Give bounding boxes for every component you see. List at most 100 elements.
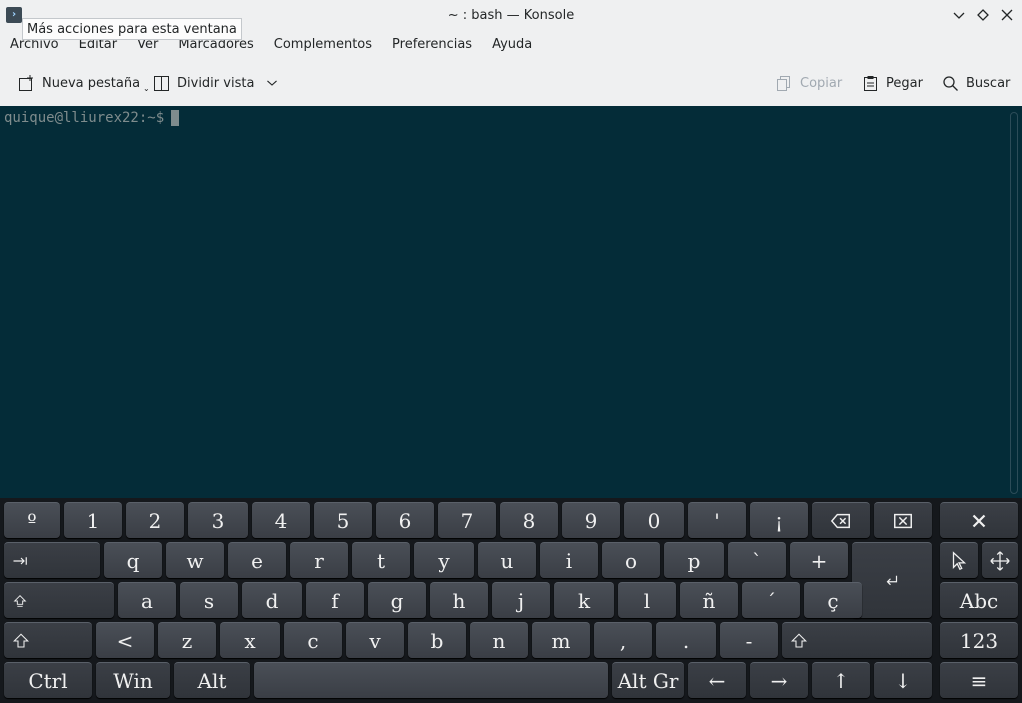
key-w[interactable]: w [166, 542, 224, 578]
delete-icon [894, 513, 912, 528]
maximize-icon[interactable] [974, 6, 992, 24]
key-b[interactable]: b [408, 622, 466, 658]
arrow-right-key[interactable]: → [750, 662, 808, 698]
split-view-label: Dividir vista [177, 75, 255, 91]
key-plus[interactable]: + [790, 542, 848, 578]
menu-ayuda[interactable]: Ayuda [482, 30, 542, 60]
key-1[interactable]: 1 [64, 502, 122, 538]
copy-button[interactable]: Copiar [776, 66, 842, 100]
key-e[interactable]: e [228, 542, 286, 578]
key-less-than[interactable]: < [96, 622, 154, 658]
key-j[interactable]: j [492, 582, 550, 618]
key-u[interactable]: u [478, 542, 536, 578]
key-masculine-ordinal[interactable]: º [4, 502, 60, 538]
win-key[interactable]: Win [96, 662, 170, 698]
key-h[interactable]: h [430, 582, 488, 618]
enter-icon [886, 575, 898, 585]
terminal-prompt-line: quique@lliurex22:~$ [4, 108, 180, 128]
on-screen-keyboard: º 1 2 3 4 5 6 7 8 9 0 ' ¡ q w e r t y u … [0, 498, 1022, 703]
caps-lock-icon [13, 594, 27, 607]
search-button[interactable]: Buscar [942, 66, 1010, 100]
terminal-scrollbar[interactable] [1010, 112, 1018, 494]
menu-preferencias[interactable]: Preferencias [382, 30, 482, 60]
key-grave[interactable]: ` [728, 542, 786, 578]
chevron-down-icon [267, 80, 278, 86]
terminal-view[interactable]: quique@lliurex22:~$ [0, 106, 1022, 498]
enter-key[interactable] [852, 542, 932, 618]
arrow-up-key[interactable]: ↑ [812, 662, 870, 698]
shift-icon [790, 633, 808, 648]
key-y[interactable]: y [414, 542, 474, 578]
search-label: Buscar [966, 75, 1011, 91]
key-d[interactable]: d [242, 582, 302, 618]
right-shift-key[interactable] [782, 622, 932, 658]
ctrl-key[interactable]: Ctrl [4, 662, 92, 698]
key-l[interactable]: l [618, 582, 676, 618]
key-6[interactable]: 6 [376, 502, 434, 538]
abc-key[interactable]: Abc [940, 582, 1018, 618]
key-4[interactable]: 4 [252, 502, 310, 538]
key-acute[interactable]: ´ [742, 582, 800, 618]
close-icon[interactable] [998, 6, 1016, 24]
split-view-button[interactable]: Dividir vista [153, 66, 279, 100]
key-f[interactable]: f [306, 582, 364, 618]
menu-complementos[interactable]: Complementos [264, 30, 382, 60]
key-g[interactable]: g [368, 582, 426, 618]
numbers-key[interactable]: 123 [940, 622, 1018, 658]
key-period[interactable]: . [656, 622, 716, 658]
pointer-mode-key[interactable] [940, 542, 978, 578]
hide-keyboard-key[interactable] [940, 502, 1018, 538]
arrow-left-key[interactable]: ← [688, 662, 746, 698]
key-inverted-exclamation[interactable]: ¡ [750, 502, 808, 538]
key-0[interactable]: 0 [624, 502, 684, 538]
backspace-key[interactable] [812, 502, 870, 538]
key-c[interactable]: c [284, 622, 342, 658]
key-minus[interactable]: - [720, 622, 778, 658]
key-3[interactable]: 3 [188, 502, 248, 538]
paste-button[interactable]: Pegar [862, 66, 923, 100]
key-c-cedilla[interactable]: ç [804, 582, 862, 618]
key-m[interactable]: m [532, 622, 590, 658]
key-n[interactable]: n [470, 622, 528, 658]
delete-key[interactable] [874, 502, 932, 538]
new-tab-dropdown-icon: ⌄ [143, 83, 150, 93]
caps-lock-key[interactable] [4, 582, 114, 618]
key-z[interactable]: z [158, 622, 216, 658]
key-q[interactable]: q [104, 542, 162, 578]
key-i[interactable]: i [540, 542, 598, 578]
keyboard-menu-key[interactable]: ≡ [940, 662, 1018, 698]
minimize-icon[interactable] [950, 6, 968, 24]
key-apostrophe[interactable]: ' [688, 502, 746, 538]
key-2[interactable]: 2 [126, 502, 184, 538]
key-7[interactable]: 7 [438, 502, 496, 538]
key-5[interactable]: 5 [314, 502, 372, 538]
key-a[interactable]: a [118, 582, 176, 618]
tab-icon [13, 556, 27, 565]
key-8[interactable]: 8 [500, 502, 558, 538]
key-p[interactable]: p [664, 542, 724, 578]
key-t[interactable]: t [352, 542, 410, 578]
tab-key[interactable] [4, 542, 100, 578]
key-n-tilde[interactable]: ñ [680, 582, 738, 618]
new-tab-label: Nueva pestaña [42, 75, 141, 91]
new-tab-button[interactable]: Nueva pestaña ⌄ [18, 66, 150, 100]
key-comma[interactable]: , [594, 622, 652, 658]
backspace-icon [830, 513, 850, 528]
space-key[interactable] [254, 662, 608, 698]
split-view-icon [154, 75, 169, 91]
move-keyboard-key[interactable] [982, 542, 1018, 578]
pointer-icon [952, 550, 967, 570]
key-k[interactable]: k [554, 582, 614, 618]
key-r[interactable]: r [290, 542, 348, 578]
window-controls [950, 6, 1016, 24]
key-x[interactable]: x [220, 622, 280, 658]
alt-gr-key[interactable]: Alt Gr [612, 662, 684, 698]
key-o[interactable]: o [602, 542, 660, 578]
key-v[interactable]: v [346, 622, 404, 658]
key-s[interactable]: s [180, 582, 238, 618]
konsole-app-icon[interactable]: › [6, 7, 22, 23]
key-9[interactable]: 9 [562, 502, 620, 538]
left-shift-key[interactable] [4, 622, 92, 658]
arrow-down-key[interactable]: ↓ [874, 662, 932, 698]
alt-key[interactable]: Alt [174, 662, 250, 698]
